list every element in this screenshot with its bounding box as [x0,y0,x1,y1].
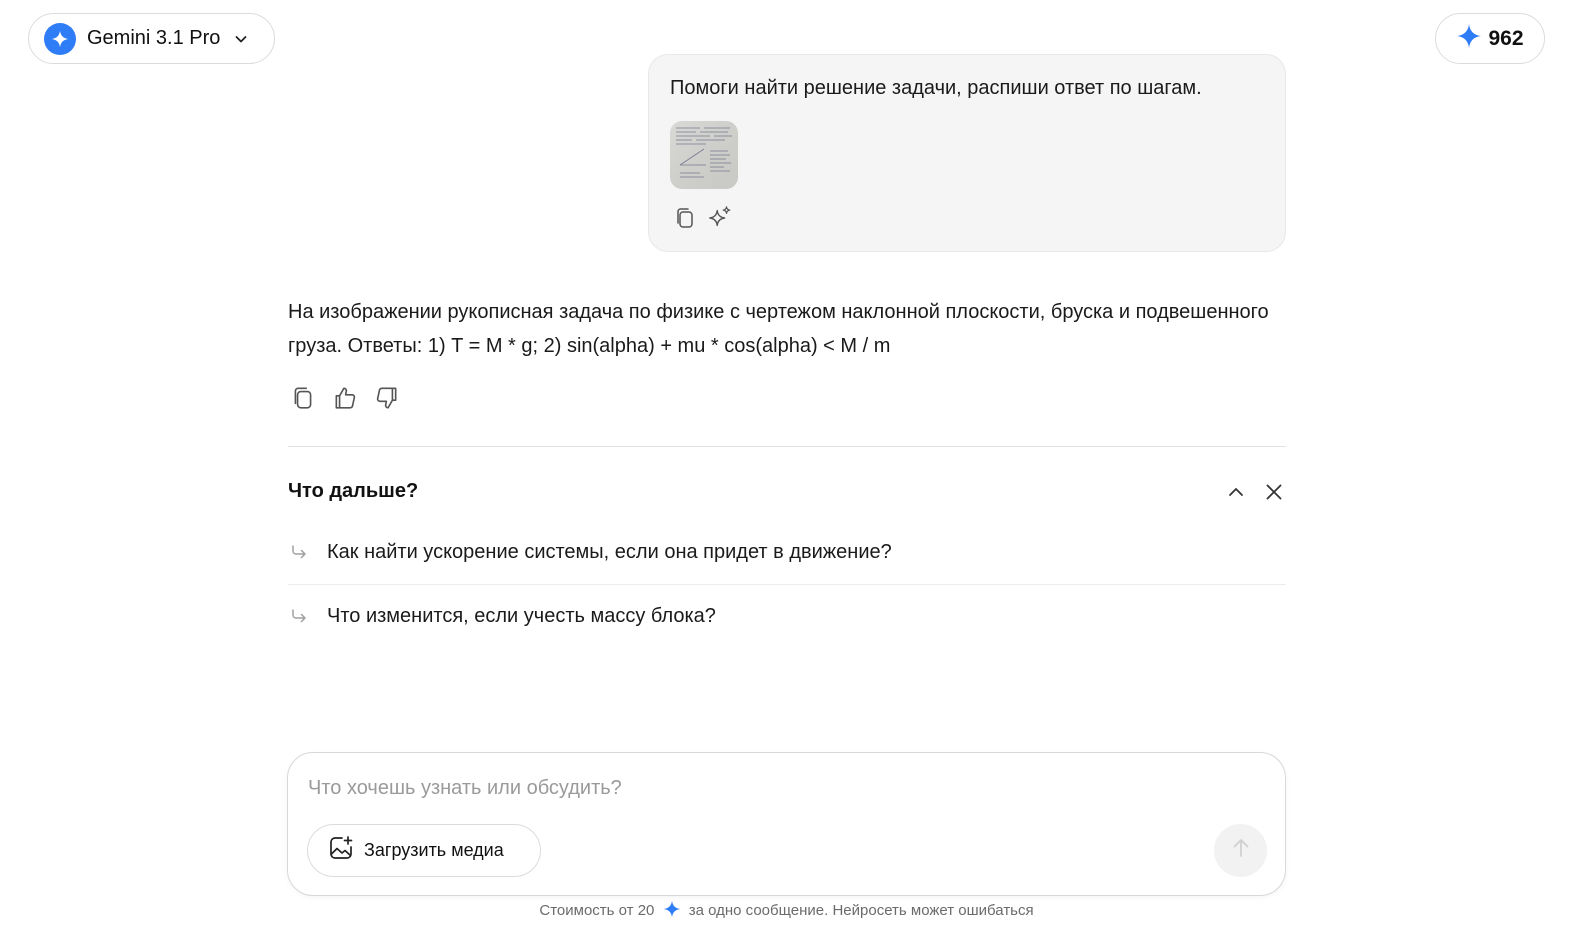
model-selector[interactable]: Gemini 3.1 Pro [28,13,275,64]
arrow-turn-right-icon [288,541,310,563]
thumbs-down-icon[interactable] [373,384,401,412]
divider [288,446,1286,447]
divider [288,584,1286,585]
user-message: Помоги найти решение задачи, распиши отв… [648,54,1286,252]
attachment-thumbnail[interactable] [670,121,738,189]
assistant-message-actions [289,384,401,412]
sparkle-icon [44,22,76,55]
credits-balance[interactable]: 962 [1435,13,1545,64]
credits-count: 962 [1488,26,1524,50]
cost-prefix: Стоимость от 20 [539,902,655,919]
upload-media-button[interactable]: Загрузить медиа [307,824,541,877]
user-message-actions [672,205,733,231]
image-add-icon [328,835,354,866]
user-message-text: Помоги найти решение задачи, распиши отв… [670,77,1202,99]
copy-icon[interactable] [289,384,317,412]
suggestion-text: Как найти ускорение системы, если она пр… [327,540,892,563]
arrow-up-icon [1229,836,1253,865]
close-icon[interactable] [1260,478,1288,506]
chat-page: Gemini 3.1 Pro 962 Помоги найти решение … [0,0,1569,927]
upload-media-label: Загрузить медиа [364,840,504,860]
message-composer: Загрузить медиа [287,752,1286,896]
model-name: Gemini 3.1 Pro [87,27,221,49]
thumbs-up-icon[interactable] [331,384,359,412]
suggestion-item[interactable]: Как найти ускорение системы, если она пр… [288,532,1286,572]
suggestions-controls [1222,478,1288,506]
sparkles-icon[interactable] [707,205,733,231]
cost-disclaimer: Стоимость от 20 за одно сообщение. Нейро… [0,900,1569,922]
cost-suffix: за одно сообщение. Нейросеть может ошиба… [688,902,1034,919]
chevron-up-icon[interactable] [1222,478,1250,506]
chevron-down-icon [233,31,249,47]
suggestion-text: Что изменится, если учесть массу блока? [327,604,716,627]
arrow-turn-right-icon [288,605,310,627]
suggestion-item[interactable]: Что изменится, если учесть массу блока? [288,596,1286,636]
sparkle-icon [663,900,681,922]
message-input[interactable] [308,773,1208,803]
sparkle-icon [1456,23,1482,54]
assistant-message-text: На изображении рукописная задача по физи… [288,301,1269,357]
suggestions-title: Что дальше? [288,480,419,502]
copy-icon[interactable] [672,205,698,231]
send-button[interactable] [1214,824,1267,877]
